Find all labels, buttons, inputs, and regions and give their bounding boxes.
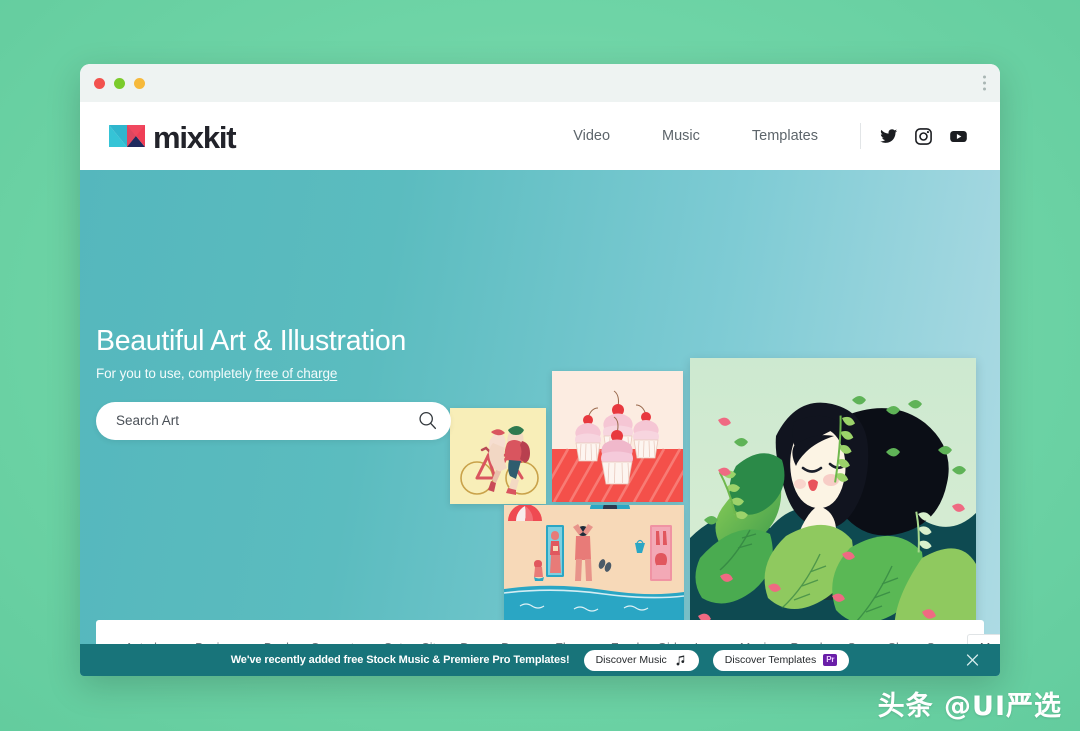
- twitter-icon[interactable]: [879, 127, 898, 146]
- mixkit-logo-mark-icon: [108, 123, 146, 149]
- search-input[interactable]: [116, 413, 417, 429]
- youtube-icon[interactable]: [949, 127, 968, 146]
- close-icon[interactable]: [965, 653, 980, 668]
- hero-section: Beautiful Art & Illustration For you to …: [80, 170, 1000, 676]
- window-titlebar: [80, 64, 1000, 102]
- cupcakes-illustration[interactable]: [552, 371, 683, 502]
- hero-subtitle: For you to use, completely free of charg…: [96, 366, 496, 381]
- instagram-icon[interactable]: [914, 127, 933, 146]
- discover-music-button[interactable]: Discover Music: [583, 649, 699, 671]
- main-navigation: Video Music Templates: [547, 122, 968, 150]
- hero-title: Beautiful Art & Illustration: [96, 325, 407, 357]
- discover-templates-label: Discover Templates: [724, 654, 817, 666]
- watermark: 头条 @UI严选: [877, 691, 1062, 722]
- mixkit-logo-text: mixkit: [153, 119, 237, 155]
- hero-subtitle-prefix: For you to use, completely: [96, 365, 256, 381]
- minimize-window-button[interactable]: [114, 77, 125, 89]
- forest-girl-illustration[interactable]: [690, 358, 976, 640]
- search-icon[interactable]: [417, 410, 438, 431]
- music-note-icon: [674, 654, 687, 667]
- nav-item-video[interactable]: Video: [547, 122, 636, 150]
- nav-divider: [860, 123, 861, 149]
- search-box[interactable]: [96, 401, 451, 440]
- discover-templates-button[interactable]: Discover Templates Pr: [712, 649, 850, 671]
- kebab-menu-icon[interactable]: [983, 75, 986, 91]
- social-links: [879, 127, 968, 146]
- hero-subtitle-link[interactable]: free of charge: [255, 366, 337, 381]
- beach-illustration[interactable]: [504, 505, 684, 622]
- promo-banner: We've recently added free Stock Music & …: [80, 644, 1000, 676]
- nav-item-music[interactable]: Music: [636, 122, 726, 150]
- site-header: mixkit Video Music Templates: [80, 102, 1000, 170]
- nav-item-templates[interactable]: Templates: [726, 122, 844, 150]
- discover-music-label: Discover Music: [595, 654, 667, 666]
- mixkit-logo[interactable]: mixkit: [108, 119, 237, 155]
- promo-banner-message: We've recently added free Stock Music & …: [230, 654, 570, 666]
- nav-links: Video Music Templates: [547, 122, 844, 150]
- traffic-lights: [94, 77, 145, 89]
- browser-window: mixkit Video Music Templates Beautiful A…: [80, 64, 1000, 676]
- close-window-button[interactable]: [94, 77, 105, 89]
- hero-copy: Beautiful Art & Illustration For you to …: [96, 325, 496, 440]
- premiere-pro-badge: Pr: [823, 654, 838, 666]
- maximize-window-button[interactable]: [134, 77, 145, 89]
